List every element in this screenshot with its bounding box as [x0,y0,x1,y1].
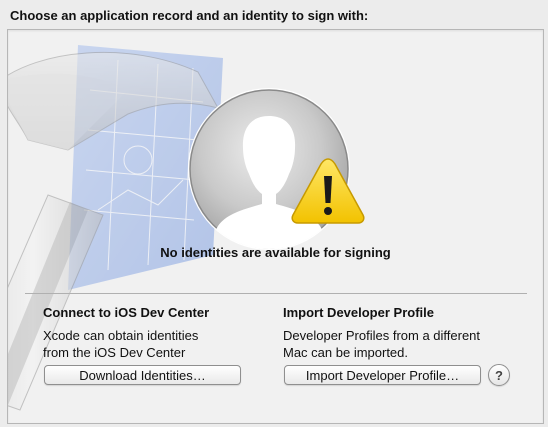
import-description: Developer Profiles from a different Mac … [283,327,513,361]
import-desc-line: Developer Profiles from a different [283,328,481,343]
import-desc-line: Mac can be imported. [283,345,409,360]
warning-triangle-icon [291,158,365,224]
help-button[interactable]: ? [488,364,510,386]
connect-description: Xcode can obtain identities from the iOS… [43,327,273,361]
no-identities-message: No identities are available for signing [160,245,391,260]
import-developer-profile-button[interactable]: Import Developer Profile… [284,365,481,385]
dialog-heading: Choose an application record and an iden… [10,8,369,23]
connect-desc-line: Xcode can obtain identities [43,328,199,343]
import-section: Import Developer Profile Developer Profi… [283,305,513,361]
import-title: Import Developer Profile [283,305,434,320]
section-divider [25,293,527,294]
connect-desc-line: from the iOS Dev Center [43,345,186,360]
identity-panel: No identities are available for signing … [7,29,544,424]
download-identities-button[interactable]: Download Identities… [44,365,241,385]
connect-section: Connect to iOS Dev Center Xcode can obta… [43,305,273,361]
connect-title: Connect to iOS Dev Center [43,305,210,320]
